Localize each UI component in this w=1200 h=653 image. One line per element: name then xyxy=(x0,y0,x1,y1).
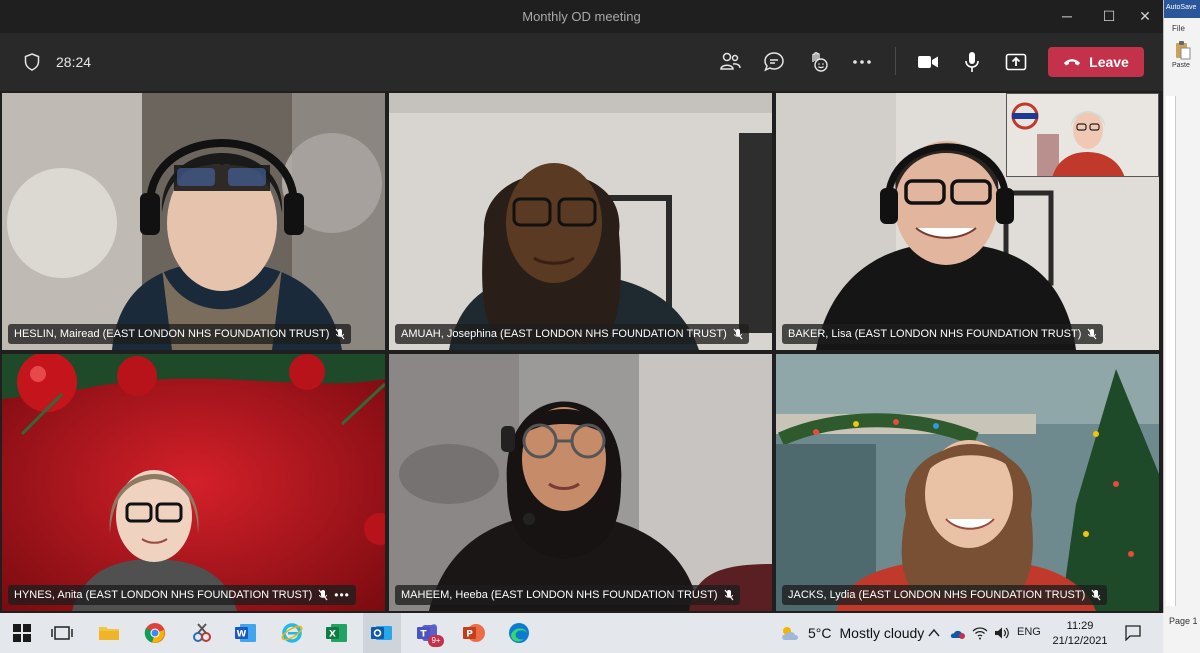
title-bar: Monthly OD meeting ─ ☐ ✕ xyxy=(0,0,1163,33)
wifi-icon[interactable] xyxy=(972,626,988,640)
participant-name: AMUAH, Josephina (EAST LONDON NHS FOUNDA… xyxy=(401,328,727,340)
clock-time: 11:29 xyxy=(1066,620,1094,632)
phone-hangup-icon xyxy=(1064,59,1081,66)
svg-text:P: P xyxy=(466,630,473,640)
self-view-video[interactable] xyxy=(1006,93,1159,177)
teams-notification-badge: 9+ xyxy=(428,635,444,647)
vertical-ruler xyxy=(1166,96,1176,606)
weather-description: Mostly cloudy xyxy=(839,625,925,641)
word-icon[interactable]: W xyxy=(234,621,258,645)
participants-icon[interactable] xyxy=(718,50,742,74)
screen: Monthly OD meeting ─ ☐ ✕ 28:24 Leave HES… xyxy=(0,0,1200,653)
volume-icon[interactable] xyxy=(994,626,1010,640)
leave-label: Leave xyxy=(1089,54,1129,70)
mic-muted-icon xyxy=(733,328,743,340)
window-title: Monthly OD meeting xyxy=(522,9,641,24)
weather-widget[interactable]: 5°C Mostly cloudy xyxy=(780,625,924,641)
share-screen-icon[interactable] xyxy=(1004,50,1028,74)
participant-name: MAHEEM, Heeba (EAST LONDON NHS FOUNDATIO… xyxy=(401,589,718,601)
word-status-bar: Page 1 xyxy=(1163,613,1200,653)
svg-text:W: W xyxy=(237,630,247,640)
file-explorer-icon[interactable] xyxy=(97,621,121,645)
taskbar: W X T 9+ P 5°C Mostly cloudy ENG 11:29 2… xyxy=(0,613,1200,653)
mic-muted-icon xyxy=(1087,328,1097,340)
cloudy-weather-icon xyxy=(782,627,798,640)
participant-name-tag: BAKER, Lisa (EAST LONDON NHS FOUNDATION … xyxy=(782,324,1104,344)
video-tile-amuah[interactable]: AMUAH, Josephina (EAST LONDON NHS FOUNDA… xyxy=(389,93,772,350)
mic-muted-icon xyxy=(724,589,734,601)
language-indicator[interactable]: ENG xyxy=(1017,626,1041,638)
mic-muted-icon xyxy=(318,589,328,601)
participant-name: BAKER, Lisa (EAST LONDON NHS FOUNDATION … xyxy=(788,328,1082,340)
self-view-scene xyxy=(1007,94,1158,176)
meeting-toolbar: 28:24 Leave xyxy=(0,33,1163,91)
mic-muted-icon xyxy=(1091,589,1101,601)
close-window-button[interactable]: ✕ xyxy=(1130,4,1160,28)
video-tile-jacks[interactable]: JACKS, Lydia (EAST LONDON NHS FOUNDATION… xyxy=(776,354,1159,611)
mic-muted-icon xyxy=(335,328,345,340)
internet-explorer-icon[interactable] xyxy=(280,621,304,645)
task-view-icon[interactable] xyxy=(50,621,74,645)
onedrive-icon[interactable] xyxy=(950,626,966,640)
leave-button[interactable]: Leave xyxy=(1048,47,1144,77)
more-actions-icon[interactable] xyxy=(850,50,874,74)
clock-date: 21/12/2021 xyxy=(1052,635,1108,647)
word-page-indicator[interactable]: Page 1 xyxy=(1169,616,1198,626)
notification-center-icon[interactable] xyxy=(1124,625,1142,641)
paste-icon[interactable] xyxy=(1174,40,1192,60)
edge-icon[interactable] xyxy=(507,621,531,645)
video-tile-maheem[interactable]: MAHEEM, Heeba (EAST LONDON NHS FOUNDATIO… xyxy=(389,354,772,611)
snipping-tool-icon[interactable] xyxy=(190,621,214,645)
system-clock[interactable]: 11:29 21/12/2021 xyxy=(1050,619,1110,649)
reactions-icon[interactable] xyxy=(806,50,830,74)
participant-video-hynes xyxy=(2,354,385,611)
paste-label: Paste xyxy=(1172,62,1190,69)
participant-video-amuah xyxy=(389,93,772,350)
file-menu[interactable]: File xyxy=(1172,24,1185,33)
autosave-label[interactable]: AutoSave xyxy=(1164,0,1200,18)
maximize-button[interactable]: ☐ xyxy=(1094,4,1124,28)
svg-text:T: T xyxy=(420,630,427,640)
participant-more-options-button[interactable]: ••• xyxy=(334,588,350,602)
weather-temperature: 5°C xyxy=(808,625,832,641)
outlook-icon[interactable] xyxy=(370,621,394,645)
participant-name-tag: AMUAH, Josephina (EAST LONDON NHS FOUNDA… xyxy=(395,324,749,344)
participant-name: HYNES, Anita (EAST LONDON NHS FOUNDATION… xyxy=(14,589,313,601)
participant-video-maheem xyxy=(389,354,772,611)
participant-name-tag: HESLIN, Mairead (EAST LONDON NHS FOUNDAT… xyxy=(8,324,352,344)
participant-video-heslin xyxy=(2,93,385,350)
word-window-background[interactable]: AutoSave File Paste xyxy=(1163,0,1200,613)
chat-icon[interactable] xyxy=(762,50,786,74)
participant-name-tag: JACKS, Lydia (EAST LONDON NHS FOUNDATION… xyxy=(782,585,1108,605)
microphone-icon[interactable] xyxy=(960,50,984,74)
video-tile-hynes[interactable]: HYNES, Anita (EAST LONDON NHS FOUNDATION… xyxy=(2,354,385,611)
minimize-button[interactable]: ─ xyxy=(1052,4,1082,28)
chevron-up-icon[interactable] xyxy=(928,628,940,638)
participant-name-tag: HYNES, Anita (EAST LONDON NHS FOUNDATION… xyxy=(8,585,356,605)
svg-text:X: X xyxy=(329,630,336,640)
shield-icon[interactable] xyxy=(24,53,40,71)
meeting-timer: 28:24 xyxy=(56,54,92,70)
video-tile-heslin[interactable]: HESLIN, Mairead (EAST LONDON NHS FOUNDAT… xyxy=(2,93,385,350)
camera-icon[interactable] xyxy=(916,50,940,74)
chrome-icon[interactable] xyxy=(143,621,167,645)
participant-name: HESLIN, Mairead (EAST LONDON NHS FOUNDAT… xyxy=(14,328,330,340)
powerpoint-icon[interactable]: P xyxy=(462,621,486,645)
excel-icon[interactable]: X xyxy=(325,621,349,645)
toolbar-divider xyxy=(895,47,896,75)
windows-start-icon[interactable] xyxy=(10,621,34,645)
participant-name-tag: MAHEEM, Heeba (EAST LONDON NHS FOUNDATIO… xyxy=(395,585,740,605)
participant-video-jacks xyxy=(776,354,1159,611)
participant-name: JACKS, Lydia (EAST LONDON NHS FOUNDATION… xyxy=(788,589,1086,601)
